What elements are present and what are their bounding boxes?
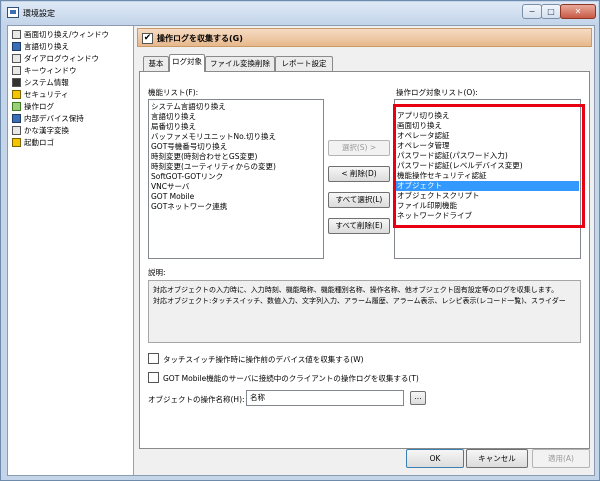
tree-item-label: 起動ロゴ [24, 138, 54, 147]
settings-window: 環境設定 − □ ✕ 画面切り換え/ウィンドウ 言語切り換え ダイアログウィンド… [0, 0, 600, 481]
tab-log-target[interactable]: ログ対象 [169, 54, 205, 72]
tree-item-label: セキュリティ [24, 90, 69, 99]
language-icon [12, 41, 21, 51]
list-item[interactable]: SoftGOT-GOTリンク [151, 172, 223, 182]
list-item[interactable]: 時刻変更(時刻合わせとGS変更) [151, 152, 257, 162]
collect-gotmobile-label[interactable]: GOT Mobile機能のサーバに接続中のクライアントの操作ログを収集する(T) [163, 373, 419, 384]
object-name-label: オブジェクトの操作名称(H): [148, 395, 245, 404]
key-window-icon [12, 65, 21, 75]
tree-item-label: 画面切り換え/ウィンドウ [24, 30, 110, 39]
tree-item-key-window[interactable]: キーウィンドウ [12, 65, 77, 77]
operation-log-header: ✔ 操作ログを収集する(G) [137, 28, 592, 47]
delete-all-button[interactable]: すべて削除(E) [328, 218, 390, 234]
tree-item-dialog[interactable]: ダイアログウィンドウ [12, 53, 99, 65]
minimize-button[interactable]: − [522, 4, 542, 19]
list-item[interactable]: GOT Mobile [151, 192, 194, 202]
list-item[interactable]: バッファメモリユニットNo.切り換え [151, 132, 276, 142]
tree-item-screen-switch[interactable]: 画面切り換え/ウィンドウ [12, 29, 109, 41]
settings-pane: ✔ 操作ログを収集する(G) 基本 ログ対象 ファイル変換削除 レポート設定 機… [135, 26, 594, 475]
category-tree[interactable]: 画面切り換え/ウィンドウ 言語切り換え ダイアログウィンドウ キーウィンドウ シ… [8, 26, 134, 475]
startup-logo-icon [12, 137, 21, 147]
tab-file-convert-delete[interactable]: ファイル変換削除 [205, 56, 275, 71]
app-icon [7, 7, 19, 18]
client-area: 画面切り換え/ウィンドウ 言語切り換え ダイアログウィンドウ キーウィンドウ シ… [7, 25, 595, 476]
collect-device-value-checkbox[interactable] [148, 353, 159, 364]
tree-item-label: キーウィンドウ [24, 66, 77, 75]
list-item[interactable]: GOT号機番号切り換え [151, 142, 227, 152]
tree-item-label: かな漢字変換 [24, 126, 69, 135]
description-line-1: 対応オブジェクトの入力時に、入力時刻、機能略称、機能種別名称、操作名称、他オブジ… [153, 286, 559, 294]
tree-item-security[interactable]: セキュリティ [12, 89, 69, 101]
list-item[interactable]: 言語切り換え [151, 112, 196, 122]
tree-item-startup-logo[interactable]: 起動ロゴ [12, 137, 54, 149]
function-list-label: 機能リスト(F): [148, 88, 199, 97]
target-list-label: 操作ログ対象リスト(O): [396, 88, 478, 97]
collect-device-value-label[interactable]: タッチスイッチ操作時に操作前のデバイス値を収集する(W) [163, 354, 364, 365]
operation-log-icon [12, 101, 21, 111]
tree-item-language[interactable]: 言語切り換え [12, 41, 69, 53]
kana-kanji-icon [12, 125, 21, 135]
ok-button[interactable]: OK [406, 449, 464, 468]
log-target-panel: 機能リスト(F): システム言語切り換え 言語切り換え 局番切り換え バッファメ… [139, 71, 590, 449]
collect-gotmobile-checkbox[interactable] [148, 372, 159, 383]
screen-switch-icon [12, 29, 21, 39]
dialog-window-icon [12, 53, 21, 63]
window-title: 環境設定 [23, 9, 55, 18]
browse-button[interactable]: ... [410, 391, 426, 405]
internal-device-icon [12, 113, 21, 123]
system-info-icon [12, 77, 21, 87]
tree-item-kana-kanji[interactable]: かな漢字変換 [12, 125, 69, 137]
list-item[interactable]: GOTネットワーク連携 [151, 202, 227, 212]
apply-button[interactable]: 適用(A) [532, 449, 590, 468]
list-item[interactable]: システム言語切り換え [151, 102, 226, 112]
tree-item-label: ダイアログウィンドウ [24, 54, 99, 63]
object-name-input[interactable]: 名称 [246, 390, 404, 406]
description-box: 対応オブジェクトの入力時に、入力時刻、機能略称、機能種別名称、操作名称、他オブジ… [148, 280, 581, 343]
function-listbox[interactable]: システム言語切り換え 言語切り換え 局番切り換え バッファメモリユニットNo.切… [148, 99, 324, 259]
tree-item-label: 操作ログ [24, 102, 54, 111]
tab-report-settings[interactable]: レポート設定 [275, 56, 333, 71]
description-line-2: 対応オブジェクト:タッチスイッチ、数値入力、文字列入力、アラーム履歴、アラーム表… [153, 297, 566, 305]
select-all-button[interactable]: すべて選択(L) [328, 192, 390, 208]
description-label: 説明: [148, 268, 166, 277]
tree-item-system-info[interactable]: システム情報 [12, 77, 69, 89]
list-item[interactable]: 局番切り換え [151, 122, 196, 132]
close-button[interactable]: ✕ [560, 4, 596, 19]
maximize-button[interactable]: □ [541, 4, 561, 19]
list-item[interactable]: 時刻変更(ユーティリティからの変更) [151, 162, 276, 172]
tree-item-label: システム情報 [24, 78, 69, 87]
security-icon [12, 89, 21, 99]
highlight-annotation [393, 104, 585, 228]
collect-log-checkbox[interactable]: ✔ [142, 33, 153, 44]
tree-item-label: 言語切り換え [24, 42, 69, 51]
delete-button[interactable]: < 削除(D) [328, 166, 390, 182]
tree-item-internal-device[interactable]: 内部デバイス保持 [12, 113, 84, 125]
tab-basic[interactable]: 基本 [143, 56, 169, 71]
tree-item-operation-log[interactable]: 操作ログ [12, 101, 54, 113]
list-item[interactable]: VNCサーバ [151, 182, 189, 192]
select-button[interactable]: 選択(S) > [328, 140, 390, 156]
cancel-button[interactable]: キャンセル [466, 449, 528, 468]
title-bar[interactable]: 環境設定 − □ ✕ [2, 2, 598, 24]
collect-log-label[interactable]: 操作ログを収集する(G) [157, 33, 243, 44]
tree-item-label: 内部デバイス保持 [24, 114, 84, 123]
